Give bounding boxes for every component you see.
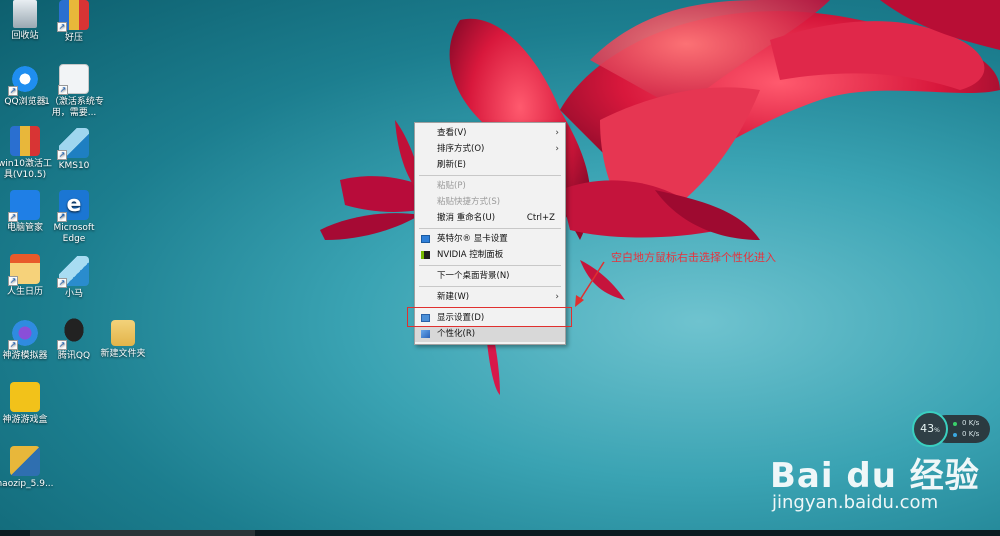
upload-rate: 0 K/s	[962, 419, 979, 427]
desktop-icon-label: QQ浏览器	[4, 97, 46, 107]
shortcut-arrow-icon: ↗	[8, 276, 18, 286]
taskbar-search-area[interactable]	[30, 530, 255, 536]
menu-item-next-background[interactable]: 下一个桌面背景(N)	[415, 268, 565, 284]
menu-separator	[419, 265, 561, 266]
menu-item-refresh[interactable]: 刷新(E)	[415, 157, 565, 173]
desktop-icon-label: 回收站	[11, 31, 39, 41]
menu-item-nvidia[interactable]: NVIDIA 控制面板	[415, 247, 565, 263]
download-value: 0	[962, 430, 967, 438]
annotation-text: 空白地方鼠标右击选择个性化进入	[611, 251, 776, 264]
menu-item-label: 个性化(R)	[437, 329, 476, 339]
menu-separator	[419, 286, 561, 287]
upload-dot-icon	[953, 422, 957, 426]
game-box-icon	[10, 382, 40, 412]
shortcut-arrow-icon: ↗	[8, 340, 18, 350]
desktop-icon-label: 神游模拟器	[2, 351, 48, 361]
nvidia-icon	[421, 251, 430, 259]
memory-percent-unit: %	[934, 427, 940, 434]
memory-percent: 43	[920, 422, 935, 435]
baidu-logo: Bai du 经验	[770, 456, 980, 496]
menu-item-shortcut: Ctrl+Z	[526, 213, 555, 223]
desktop-icon-label: haozip_5.9...	[0, 479, 54, 489]
network-speed-widget[interactable]: 43% 0 K/s 0 K/s	[912, 411, 990, 447]
personalize-highlight-box	[407, 307, 572, 327]
taskbar	[0, 530, 1000, 536]
menu-item-label: 查看(V)	[437, 128, 467, 138]
memory-usage-gauge: 43%	[912, 411, 948, 447]
desktop-icon-label: 好压	[64, 33, 83, 43]
kms-icon: ↗	[57, 128, 89, 160]
chevron-right-icon: ›	[555, 292, 559, 302]
qq-icon: ↗	[57, 318, 89, 350]
menu-item-label: 英特尔® 显卡设置	[437, 234, 508, 244]
shortcut-arrow-icon: ↗	[57, 278, 67, 288]
menu-item-label: 新建(W)	[437, 292, 470, 302]
desktop-icon-xiaoma[interactable]: ↗ 小马	[44, 256, 104, 300]
menu-item-intel-graphics[interactable]: 英特尔® 显卡设置	[415, 231, 565, 247]
menu-item-label: 下一个桌面背景(N)	[437, 271, 510, 281]
system-activation-icon: ↗	[58, 64, 89, 95]
baidu-url: jingyan.baidu.com	[772, 492, 939, 513]
edge-icon: e ↗	[57, 190, 89, 222]
intel-graphics-icon	[421, 235, 430, 243]
menu-item-label: 排序方式(O)	[437, 144, 485, 154]
chevron-right-icon: ›	[555, 144, 559, 154]
desktop-icon-label: KMS10	[58, 161, 90, 171]
shortcut-arrow-icon: ↗	[58, 85, 68, 95]
desktop-icon-label: 小马	[64, 289, 83, 299]
shortcut-arrow-icon: ↗	[8, 86, 18, 96]
desktop-icon-label: 新建文件夹	[100, 349, 146, 359]
desktop-icon-label: 腾讯QQ	[57, 351, 91, 361]
menu-item-view[interactable]: 查看(V) ›	[415, 125, 565, 141]
personalize-icon	[421, 330, 430, 338]
menu-item-label: NVIDIA 控制面板	[437, 250, 504, 260]
desktop-icon-new-folder[interactable]: 新建文件夹	[93, 320, 153, 360]
pc-manager-icon: ↗	[8, 190, 40, 222]
menu-item-undo-rename[interactable]: 撤消 重命名(U) Ctrl+Z	[415, 210, 565, 226]
shortcut-arrow-icon: ↗	[8, 212, 18, 222]
installer-icon	[10, 446, 40, 476]
shortcut-arrow-icon: ↗	[57, 340, 67, 350]
desktop-icon-label: Microsoft Edge	[53, 223, 95, 244]
desktop-icon-game-box[interactable]: 神游游戏盒	[0, 382, 55, 426]
shortcut-arrow-icon: ↗	[57, 212, 67, 222]
recycle-bin-icon	[13, 0, 37, 28]
desktop-icon-label: 电脑管家	[6, 223, 43, 233]
qq-browser-icon: ↗	[8, 64, 40, 96]
xiaoma-icon: ↗	[57, 256, 89, 288]
menu-item-paste-shortcut[interactable]: 粘贴快捷方式(S)	[415, 194, 565, 210]
desktop-icon-label: 神游游戏盒	[2, 415, 48, 425]
menu-separator	[419, 175, 561, 176]
activation-tool-icon	[10, 126, 40, 156]
menu-separator	[419, 228, 561, 229]
desktop-icon-activation[interactable]: ↗ 1（激活系统专用，需要...	[44, 64, 104, 119]
desktop-icon-haozip-installer[interactable]: haozip_5.9...	[0, 446, 55, 490]
shortcut-arrow-icon: ↗	[57, 22, 67, 32]
folder-icon	[111, 320, 135, 346]
upload-unit: K/s	[968, 419, 980, 427]
baidu-watermark: Bai du 经验 jingyan.baidu.com	[770, 448, 990, 518]
emulator-icon: ↗	[8, 318, 40, 350]
download-dot-icon	[953, 433, 957, 437]
desktop-icon-label: 1（激活系统专用，需要...	[44, 97, 104, 118]
menu-item-personalize[interactable]: 个性化(R)	[415, 326, 565, 342]
shortcut-arrow-icon: ↗	[57, 150, 67, 160]
menu-item-new[interactable]: 新建(W) ›	[415, 289, 565, 305]
haozip-archive-icon: ↗	[57, 0, 89, 32]
upload-value: 0	[962, 419, 967, 427]
menu-item-label: 撤消 重命名(U)	[437, 213, 496, 223]
menu-item-label: 粘贴快捷方式(S)	[437, 197, 501, 207]
chevron-right-icon: ›	[555, 128, 559, 138]
desktop-icon-edge[interactable]: e ↗ Microsoft Edge	[44, 190, 104, 245]
menu-item-sort[interactable]: 排序方式(O) ›	[415, 141, 565, 157]
download-unit: K/s	[968, 430, 980, 438]
desktop-icon-haozip[interactable]: ↗ 好压	[44, 0, 104, 44]
download-rate: 0 K/s	[962, 430, 979, 438]
calendar-icon: ↗	[8, 254, 40, 286]
menu-item-paste[interactable]: 粘贴(P)	[415, 178, 565, 194]
menu-item-label: 刷新(E)	[437, 160, 467, 170]
desktop-icon-label: 人生日历	[6, 287, 43, 297]
desktop-icon-kms10[interactable]: ↗ KMS10	[44, 128, 104, 172]
menu-item-label: 粘贴(P)	[437, 181, 466, 191]
